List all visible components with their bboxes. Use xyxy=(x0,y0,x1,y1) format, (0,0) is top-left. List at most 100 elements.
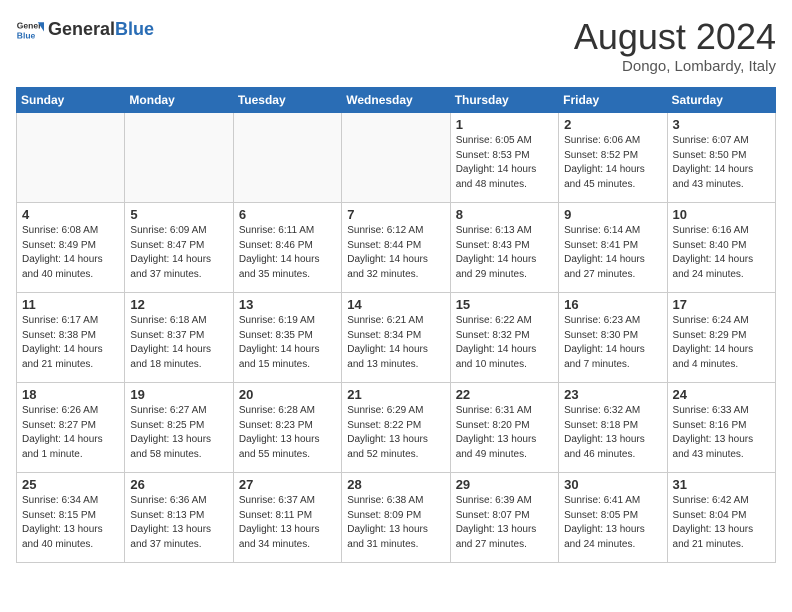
calendar-cell: 1Sunrise: 6:05 AM Sunset: 8:53 PM Daylig… xyxy=(450,113,558,203)
day-info: Sunrise: 6:18 AM Sunset: 8:37 PM Dayligh… xyxy=(130,314,227,372)
calendar-cell: 13 Sunrise: 6:19 AM Sunset: 8:35 PM Dayli… xyxy=(233,293,341,383)
calendar-cell: 31 Sunrise: 6:42 AM Sunset: 8:04 PM Dayli… xyxy=(667,473,775,563)
day-number: 17 xyxy=(673,297,770,312)
calendar-cell: 6 Sunrise: 6:11 AM Sunset: 8:46 PM Daylig… xyxy=(233,203,341,293)
week-row-4: 18Sunrise: 6:26 AM Sunset: 8:27 PM Dayli… xyxy=(17,383,776,473)
logo-icon: General Blue xyxy=(16,16,44,44)
calendar-cell: 12 Sunrise: 6:18 AM Sunset: 8:37 PM Dayli… xyxy=(125,293,233,383)
day-number: 11 xyxy=(22,297,119,312)
calendar-cell: 27 Sunrise: 6:37 AM Sunset: 8:11 PM Dayli… xyxy=(233,473,341,563)
day-info: Sunrise: 6:16 AM Sunset: 8:40 PM Dayligh… xyxy=(673,224,770,282)
day-info: Sunrise: 6:37 AM Sunset: 8:11 PM Dayligh… xyxy=(239,494,336,552)
calendar-cell xyxy=(342,113,450,203)
header-sunday: Sunday xyxy=(17,88,125,113)
day-info: Sunrise: 6:27 AM Sunset: 8:25 PM Dayligh… xyxy=(130,404,227,462)
calendar-cell: 23 Sunrise: 6:32 AM Sunset: 8:18 PM Dayli… xyxy=(559,383,667,473)
day-info: Sunrise: 6:12 AM Sunset: 8:44 PM Dayligh… xyxy=(347,224,444,282)
day-number: 29 xyxy=(456,477,553,492)
location: Dongo, Lombardy, Italy xyxy=(574,58,776,75)
day-number: 31 xyxy=(673,477,770,492)
day-info: Sunrise: 6:38 AM Sunset: 8:09 PM Dayligh… xyxy=(347,494,444,552)
calendar-cell: 9 Sunrise: 6:14 AM Sunset: 8:41 PM Daylig… xyxy=(559,203,667,293)
day-number: 26 xyxy=(130,477,227,492)
calendar-cell: 29 Sunrise: 6:39 AM Sunset: 8:07 PM Dayli… xyxy=(450,473,558,563)
svg-text:Blue: Blue xyxy=(17,31,36,41)
logo-text: GeneralBlue xyxy=(48,20,154,40)
day-info: Sunrise: 6:28 AM Sunset: 8:23 PM Dayligh… xyxy=(239,404,336,462)
title-block: August 2024 Dongo, Lombardy, Italy xyxy=(574,16,776,75)
calendar-cell: 16 Sunrise: 6:23 AM Sunset: 8:30 PM Dayli… xyxy=(559,293,667,383)
day-number: 7 xyxy=(347,207,444,222)
day-info: Sunrise: 6:11 AM Sunset: 8:46 PM Dayligh… xyxy=(239,224,336,282)
day-number: 10 xyxy=(673,207,770,222)
day-info: Sunrise: 6:41 AM Sunset: 8:05 PM Dayligh… xyxy=(564,494,661,552)
page-header: General Blue GeneralBlue August 2024 Don… xyxy=(16,16,776,75)
day-info: Sunrise: 6:36 AM Sunset: 8:13 PM Dayligh… xyxy=(130,494,227,552)
header-saturday: Saturday xyxy=(667,88,775,113)
day-info: Sunrise: 6:39 AM Sunset: 8:07 PM Dayligh… xyxy=(456,494,553,552)
day-number: 4 xyxy=(22,207,119,222)
day-info: Sunrise: 6:22 AM Sunset: 8:32 PM Dayligh… xyxy=(456,314,553,372)
day-info: Sunrise: 6:08 AM Sunset: 8:49 PM Dayligh… xyxy=(22,224,119,282)
day-info: Sunrise: 6:33 AM Sunset: 8:16 PM Dayligh… xyxy=(673,404,770,462)
week-row-3: 11Sunrise: 6:17 AM Sunset: 8:38 PM Dayli… xyxy=(17,293,776,383)
month-year: August 2024 xyxy=(574,16,776,58)
calendar-cell xyxy=(17,113,125,203)
day-number: 20 xyxy=(239,387,336,402)
day-info: Sunrise: 6:26 AM Sunset: 8:27 PM Dayligh… xyxy=(22,404,119,462)
day-info: Sunrise: 6:13 AM Sunset: 8:43 PM Dayligh… xyxy=(456,224,553,282)
svg-text:General: General xyxy=(17,20,44,30)
calendar-cell xyxy=(125,113,233,203)
calendar-cell: 20 Sunrise: 6:28 AM Sunset: 8:23 PM Dayli… xyxy=(233,383,341,473)
day-info: Sunrise: 6:32 AM Sunset: 8:18 PM Dayligh… xyxy=(564,404,661,462)
day-number: 23 xyxy=(564,387,661,402)
day-info: Sunrise: 6:31 AM Sunset: 8:20 PM Dayligh… xyxy=(456,404,553,462)
day-info: Sunrise: 6:07 AM Sunset: 8:50 PM Dayligh… xyxy=(673,134,770,192)
calendar-cell: 26 Sunrise: 6:36 AM Sunset: 8:13 PM Dayli… xyxy=(125,473,233,563)
calendar-cell: 18Sunrise: 6:26 AM Sunset: 8:27 PM Dayli… xyxy=(17,383,125,473)
logo: General Blue GeneralBlue xyxy=(16,16,154,44)
day-info: Sunrise: 6:21 AM Sunset: 8:34 PM Dayligh… xyxy=(347,314,444,372)
day-number: 9 xyxy=(564,207,661,222)
calendar-cell: 15Sunrise: 6:22 AM Sunset: 8:32 PM Dayli… xyxy=(450,293,558,383)
calendar-cell: 28 Sunrise: 6:38 AM Sunset: 8:09 PM Dayli… xyxy=(342,473,450,563)
calendar-cell: 7 Sunrise: 6:12 AM Sunset: 8:44 PM Daylig… xyxy=(342,203,450,293)
header-monday: Monday xyxy=(125,88,233,113)
calendar-table: SundayMondayTuesdayWednesdayThursdayFrid… xyxy=(16,87,776,563)
day-number: 8 xyxy=(456,207,553,222)
calendar-cell: 10 Sunrise: 6:16 AM Sunset: 8:40 PM Dayli… xyxy=(667,203,775,293)
day-number: 22 xyxy=(456,387,553,402)
day-number: 13 xyxy=(239,297,336,312)
day-number: 25 xyxy=(22,477,119,492)
calendar-cell: 5 Sunrise: 6:09 AM Sunset: 8:47 PM Daylig… xyxy=(125,203,233,293)
day-info: Sunrise: 6:29 AM Sunset: 8:22 PM Dayligh… xyxy=(347,404,444,462)
day-number: 12 xyxy=(130,297,227,312)
day-number: 5 xyxy=(130,207,227,222)
day-info: Sunrise: 6:23 AM Sunset: 8:30 PM Dayligh… xyxy=(564,314,661,372)
day-number: 24 xyxy=(673,387,770,402)
day-info: Sunrise: 6:05 AM Sunset: 8:53 PM Dayligh… xyxy=(456,134,553,192)
day-info: Sunrise: 6:06 AM Sunset: 8:52 PM Dayligh… xyxy=(564,134,661,192)
day-info: Sunrise: 6:42 AM Sunset: 8:04 PM Dayligh… xyxy=(673,494,770,552)
day-number: 6 xyxy=(239,207,336,222)
calendar-cell: 19Sunrise: 6:27 AM Sunset: 8:25 PM Dayli… xyxy=(125,383,233,473)
calendar-cell: 4 Sunrise: 6:08 AM Sunset: 8:49 PM Daylig… xyxy=(17,203,125,293)
day-info: Sunrise: 6:19 AM Sunset: 8:35 PM Dayligh… xyxy=(239,314,336,372)
calendar-cell: 11Sunrise: 6:17 AM Sunset: 8:38 PM Dayli… xyxy=(17,293,125,383)
day-number: 28 xyxy=(347,477,444,492)
header-thursday: Thursday xyxy=(450,88,558,113)
day-info: Sunrise: 6:09 AM Sunset: 8:47 PM Dayligh… xyxy=(130,224,227,282)
calendar-header-row: SundayMondayTuesdayWednesdayThursdayFrid… xyxy=(17,88,776,113)
calendar-cell: 3Sunrise: 6:07 AM Sunset: 8:50 PM Daylig… xyxy=(667,113,775,203)
calendar-cell: 22 Sunrise: 6:31 AM Sunset: 8:20 PM Dayli… xyxy=(450,383,558,473)
header-friday: Friday xyxy=(559,88,667,113)
day-number: 27 xyxy=(239,477,336,492)
week-row-2: 4 Sunrise: 6:08 AM Sunset: 8:49 PM Daylig… xyxy=(17,203,776,293)
day-number: 14 xyxy=(347,297,444,312)
day-info: Sunrise: 6:14 AM Sunset: 8:41 PM Dayligh… xyxy=(564,224,661,282)
calendar-cell: 2Sunrise: 6:06 AM Sunset: 8:52 PM Daylig… xyxy=(559,113,667,203)
day-number: 16 xyxy=(564,297,661,312)
calendar-cell: 24 Sunrise: 6:33 AM Sunset: 8:16 PM Dayli… xyxy=(667,383,775,473)
day-number: 30 xyxy=(564,477,661,492)
calendar-cell: 8 Sunrise: 6:13 AM Sunset: 8:43 PM Daylig… xyxy=(450,203,558,293)
